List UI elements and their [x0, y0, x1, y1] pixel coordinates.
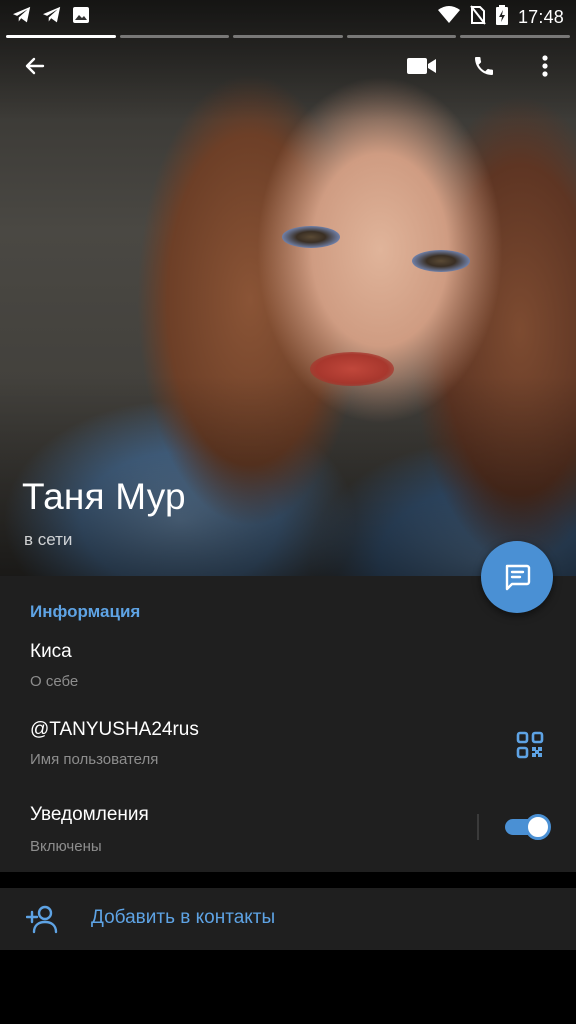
telegram-icon	[42, 6, 62, 29]
qr-code-button[interactable]	[516, 731, 544, 759]
wifi-icon	[437, 5, 460, 29]
photo-detail	[282, 226, 340, 248]
story-segment	[119, 35, 230, 38]
image-icon	[72, 6, 90, 29]
add-user-icon	[26, 905, 58, 934]
message-button[interactable]	[481, 541, 553, 613]
status-time: 17:48	[517, 6, 564, 27]
more-menu-button[interactable]	[523, 44, 567, 88]
story-segments	[6, 35, 570, 38]
info-section: Информация Киса О себе @TANYUSHA24rus Им…	[0, 576, 576, 872]
notifications-title[interactable]: Уведомления	[30, 804, 149, 826]
story-segment	[346, 35, 457, 38]
notifications-toggle[interactable]	[505, 814, 551, 840]
toggle-knob	[525, 814, 551, 840]
bio-label: О себе	[30, 673, 79, 690]
story-segment	[6, 35, 116, 38]
notifications-state: Включены	[30, 838, 102, 855]
arrow-back-icon	[25, 57, 45, 75]
video-call-button[interactable]	[400, 44, 444, 88]
battery-charging-icon	[495, 4, 508, 30]
story-segment	[460, 35, 570, 38]
video-camera-icon	[407, 58, 436, 74]
phone-icon	[475, 57, 493, 75]
username-value[interactable]: @TANYUSHA24rus	[30, 719, 199, 741]
vertical-divider	[477, 814, 479, 840]
section-title: Информация	[30, 602, 141, 621]
more-vertical-icon	[542, 55, 548, 77]
status-bar: 17:48	[0, 0, 576, 34]
online-status: в сети	[24, 530, 73, 549]
username-label: Имя пользователя	[30, 751, 159, 768]
qr-code-icon	[516, 731, 544, 759]
no-sim-icon	[470, 4, 486, 30]
add-contact-row[interactable]: Добавить в контакты	[0, 888, 576, 950]
story-segment	[233, 35, 343, 38]
add-contact-label: Добавить в контакты	[91, 907, 276, 928]
call-button[interactable]	[462, 44, 506, 88]
bio-value[interactable]: Киса	[30, 641, 72, 663]
back-button[interactable]	[13, 44, 57, 88]
action-bar	[0, 44, 576, 88]
message-icon	[505, 564, 531, 591]
telegram-icon	[12, 6, 32, 29]
photo-detail	[412, 250, 470, 272]
profile-name: Таня Мур	[22, 476, 186, 517]
section-gap	[0, 872, 576, 888]
